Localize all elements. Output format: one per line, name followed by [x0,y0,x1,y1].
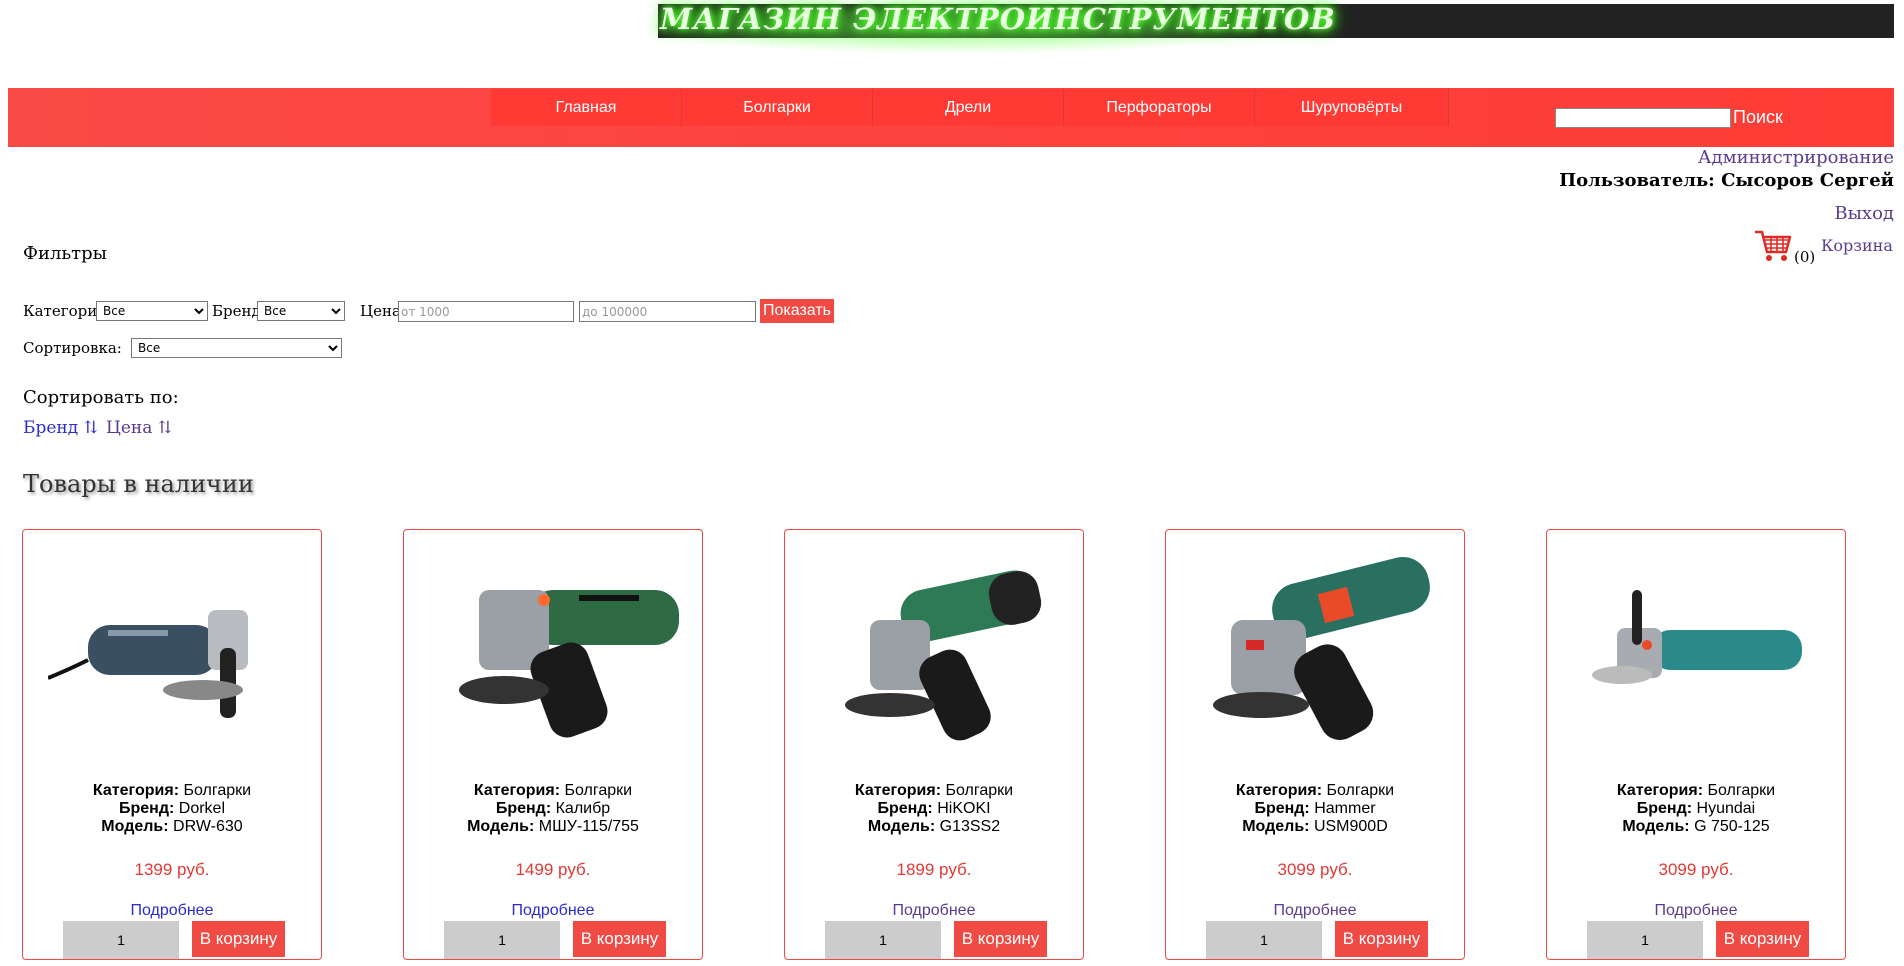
sort-price-link[interactable]: Цена ⇅ [106,418,172,438]
details-link[interactable]: Подробнее [1166,902,1464,920]
nav-item-perforators[interactable]: Перфораторы [1064,89,1255,126]
filters-title: Фильтры [23,243,107,264]
nav-item-screwdrivers[interactable]: Шуруповёрты [1255,89,1449,126]
product-info: Категория: Болгарки Бренд: HiKOKI Модель… [854,782,1014,835]
sorting-select[interactable]: Все [131,338,342,358]
product-price: 1399 руб. [134,860,210,879]
product-card: Категория: Болгарки Бренд: Hammer Модель… [1165,529,1465,960]
search-input[interactable] [1555,108,1731,128]
logout-link[interactable]: Выход [1834,203,1894,224]
product-price: 3099 руб. [1277,860,1353,879]
quantity-input[interactable] [444,921,560,959]
category-label: Категория [23,302,107,320]
product-card: Категория: Болгарки Бренд: Hyundai Модел… [1546,529,1846,960]
product-card: Категория: Болгарки Бренд: Калибр Модель… [403,529,703,960]
add-to-cart-button[interactable]: В корзину [954,921,1047,957]
show-button[interactable]: Показать [760,299,834,323]
add-to-cart-button[interactable]: В корзину [573,921,666,957]
product-price: 1899 руб. [896,860,972,879]
sort-by-title: Сортировать по: [23,387,179,408]
brand-select[interactable]: Все [257,301,345,321]
price-from-input[interactable] [398,301,574,322]
sorting-label: Сортировка: [23,339,122,357]
add-to-cart-button[interactable]: В корзину [1335,921,1428,957]
grinder-image [459,590,679,738]
details-link[interactable]: Подробнее [404,902,702,920]
search-button[interactable]: Поиск [1733,105,1783,129]
product-card: Категория: Болгарки Бренд: HiKOKI Модель… [784,529,1084,960]
brand-label: Бренд [212,302,261,320]
quantity-input[interactable] [1206,921,1322,959]
cart-count: (0) [1794,248,1816,266]
grinder-image [1213,556,1430,741]
product-card: Категория: Болгарки Бренд: Dorkel Модель… [22,529,322,960]
product-price: 3099 руб. [1658,860,1734,879]
price-to-input[interactable] [579,301,756,322]
product-info: Категория: Болгарки Бренд: Hammer Модель… [1235,782,1395,835]
cart-link[interactable]: Корзина [1821,236,1893,255]
quantity-input[interactable] [1587,921,1703,959]
quantity-input[interactable] [825,921,941,959]
nav-item-drills[interactable]: Дрели [873,89,1064,126]
cart-icon[interactable] [1754,228,1792,264]
admin-link[interactable]: Администрирование [1698,147,1894,168]
grinder-image [1592,590,1802,684]
product-price: 1499 руб. [515,860,591,879]
price-label: Цена [360,302,401,320]
category-select[interactable]: Все [96,301,208,321]
add-to-cart-button[interactable]: В корзину [1716,921,1809,957]
add-to-cart-button[interactable]: В корзину [192,921,285,957]
details-link[interactable]: Подробнее [1547,902,1845,920]
product-info: Категория: Болгарки Бренд: Hyundai Модел… [1616,782,1776,835]
nav-item-home[interactable]: Главная [491,89,682,126]
product-info: Категория: Болгарки Бренд: Dorkel Модель… [92,782,252,835]
grinder-image [48,610,248,718]
site-logo[interactable]: МАГАЗИН ЭЛЕКТРОИНСТРУМЕНТОВ [660,2,1336,36]
section-title: Товары в наличии [23,470,254,498]
grinder-image [845,570,1042,741]
quantity-input[interactable] [63,921,179,959]
nav-item-grinders[interactable]: Болгарки [682,89,873,126]
user-name: Пользователь: Сысоров Сергей [1559,170,1894,191]
details-link[interactable]: Подробнее [785,902,1083,920]
product-info: Категория: Болгарки Бренд: Калибр Модель… [467,782,639,835]
sort-brand-link[interactable]: Бренд ⇅ [23,418,98,438]
details-link[interactable]: Подробнее [23,902,321,920]
